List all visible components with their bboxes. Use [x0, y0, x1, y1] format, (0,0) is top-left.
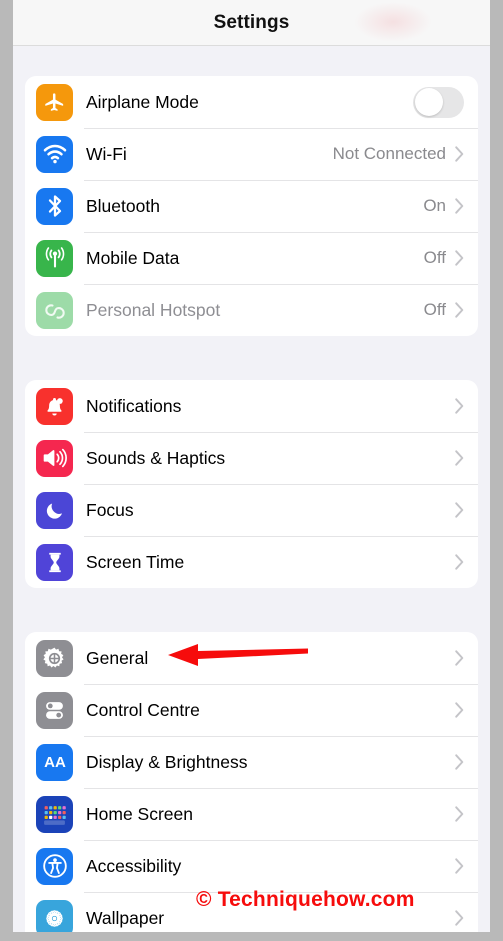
chevron-right-icon — [455, 398, 464, 414]
settings-row-label: Accessibility — [86, 855, 182, 876]
chevron-right-icon — [455, 806, 464, 822]
settings-row-value: On — [423, 196, 446, 215]
settings-row-screen-time[interactable]: Screen Time — [25, 536, 478, 588]
page-title: Settings — [213, 11, 290, 33]
settings-row-control-centre[interactable]: Control Centre — [25, 684, 478, 736]
chevron-right-icon — [455, 198, 464, 214]
toggle-switch-airplane-mode[interactable] — [413, 86, 464, 118]
chevron-right-icon — [455, 302, 464, 318]
cellular-antenna-icon — [36, 239, 73, 277]
device-frame-right-edge — [490, 0, 503, 941]
bluetooth-icon — [36, 187, 73, 225]
gear-icon — [36, 639, 73, 677]
chevron-right-icon — [455, 858, 464, 874]
settings-row-label: Sounds & Haptics — [86, 447, 226, 468]
settings-row-label: Focus — [86, 499, 134, 520]
header-pink-smudge — [354, 2, 432, 42]
settings-group-alerts: Notifications Sounds & Haptics Focus Scr… — [25, 380, 478, 588]
settings-row-label: Control Centre — [86, 699, 200, 720]
aa-text-icon: AA — [36, 743, 73, 781]
settings-row-airplane-mode[interactable]: Airplane Mode — [25, 76, 478, 128]
settings-row-value: Off — [423, 300, 446, 319]
settings-row-accessibility[interactable]: Accessibility — [25, 840, 478, 892]
speaker-wave-icon — [36, 439, 73, 477]
settings-row-value: Not Connected — [332, 144, 446, 163]
settings-list: Airplane Mode Wi-Fi Not Connected Bluetoo… — [13, 46, 490, 932]
chevron-right-icon — [455, 754, 464, 770]
settings-row-focus[interactable]: Focus — [25, 484, 478, 536]
settings-row-label: Notifications — [86, 395, 182, 416]
chevron-right-icon — [455, 250, 464, 266]
screenshot-root: Settings Airplane Mode Wi-Fi Not Connecte… — [0, 0, 503, 941]
settings-row-home-screen[interactable]: Home Screen — [25, 788, 478, 840]
settings-row-label: General — [86, 647, 149, 668]
flower-wallpaper-icon — [36, 899, 73, 932]
settings-row-label: Display & Brightness — [86, 751, 248, 772]
bell-icon — [36, 387, 73, 425]
settings-row-value: Off — [423, 248, 446, 267]
settings-row-label: Bluetooth — [86, 195, 160, 216]
chevron-right-icon — [455, 450, 464, 466]
chevron-right-icon — [455, 650, 464, 666]
settings-row-label: Screen Time — [86, 551, 185, 572]
settings-row-display-brightness[interactable]: AA Display & Brightness — [25, 736, 478, 788]
toggle-knob — [414, 88, 443, 116]
moon-icon — [36, 491, 73, 529]
svg-text:AA: AA — [44, 754, 66, 770]
airplane-icon — [36, 83, 73, 121]
settings-row-wifi[interactable]: Wi-Fi Not Connected — [25, 128, 478, 180]
navigation-bar: Settings — [13, 0, 490, 46]
chevron-right-icon — [455, 702, 464, 718]
chevron-right-icon — [455, 502, 464, 518]
phone-screen: Settings Airplane Mode Wi-Fi Not Connecte… — [13, 0, 490, 932]
hourglass-icon — [36, 543, 73, 581]
settings-row-sounds-haptics[interactable]: Sounds & Haptics — [25, 432, 478, 484]
accessibility-person-icon — [36, 847, 73, 885]
chevron-right-icon — [455, 146, 464, 162]
wifi-icon — [36, 135, 73, 173]
settings-row-label: Home Screen — [86, 803, 193, 824]
settings-row-label: Airplane Mode — [86, 91, 199, 112]
device-frame-left-edge — [0, 0, 13, 941]
settings-row-general[interactable]: General — [25, 632, 478, 684]
settings-row-label: Wi-Fi — [86, 143, 127, 164]
chevron-right-icon — [455, 910, 464, 926]
settings-row-label: Mobile Data — [86, 247, 180, 268]
app-grid-icon — [36, 795, 73, 833]
sliders-toggle-icon — [36, 691, 73, 729]
settings-row-label: Personal Hotspot — [86, 299, 221, 320]
settings-row-mobile-data[interactable]: Mobile Data Off — [25, 232, 478, 284]
settings-group-system: General Control Centre AA Display & Brigh… — [25, 632, 478, 932]
settings-row-bluetooth[interactable]: Bluetooth On — [25, 180, 478, 232]
settings-row-personal-hotspot[interactable]: Personal Hotspot Off — [25, 284, 478, 336]
settings-row-notifications[interactable]: Notifications — [25, 380, 478, 432]
chevron-right-icon — [455, 554, 464, 570]
hotspot-link-icon — [36, 291, 73, 329]
watermark-text: © Techniquehow.com — [196, 888, 415, 911]
settings-group-connectivity: Airplane Mode Wi-Fi Not Connected Bluetoo… — [25, 76, 478, 336]
